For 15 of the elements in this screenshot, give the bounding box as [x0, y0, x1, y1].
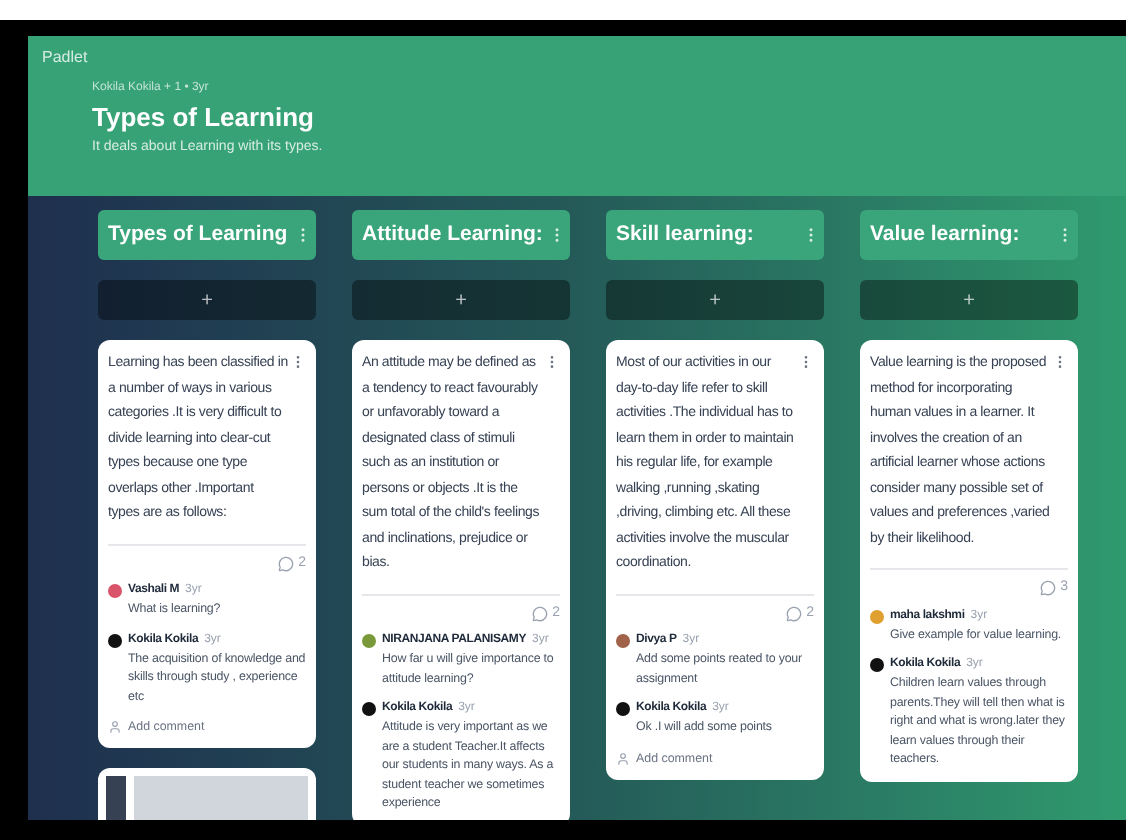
comment-icon[interactable]	[532, 605, 549, 622]
add-post-button[interactable]: +	[98, 280, 316, 320]
column-title: Attitude Learning:	[362, 219, 543, 250]
column-title: Types of Learning	[108, 219, 288, 250]
comment-icon[interactable]	[1040, 580, 1057, 597]
column-title: Value learning:	[870, 219, 1020, 250]
column-title: Skill learning:	[616, 219, 754, 250]
comment-icon[interactable]	[786, 605, 803, 622]
add-post-button[interactable]: +	[860, 280, 1078, 320]
user-icon	[616, 751, 630, 766]
add-post-button[interactable]: +	[352, 280, 570, 320]
user-icon	[108, 720, 122, 735]
board-title: Types of Learning	[92, 102, 316, 134]
add-post-button[interactable]: +	[606, 280, 824, 320]
comment-icon[interactable]	[278, 555, 295, 572]
